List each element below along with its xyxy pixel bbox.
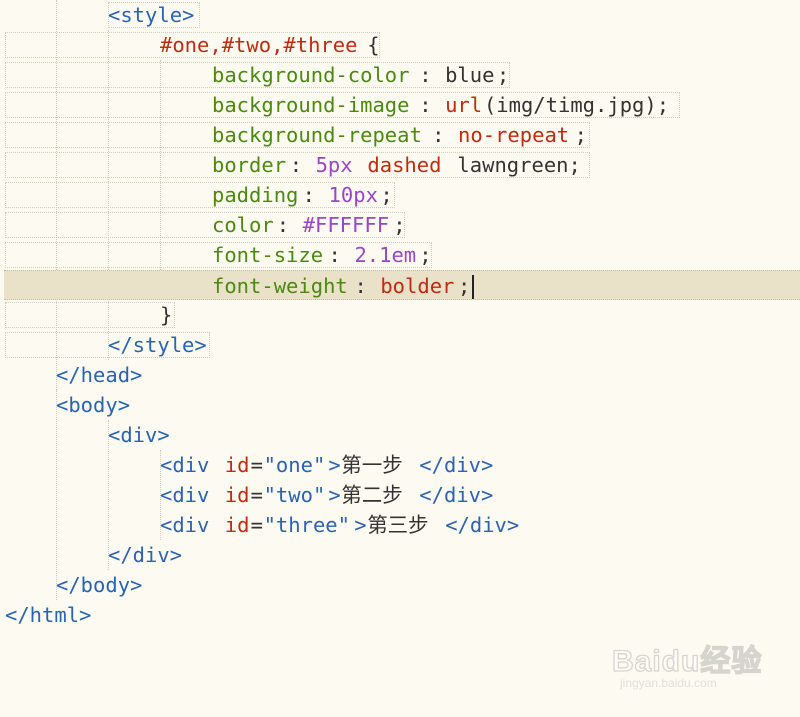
code-token: <div> (108, 423, 170, 447)
code-token: color (212, 213, 274, 237)
code-token: = (250, 513, 263, 537)
code-editor[interactable]: <style> #one,#two,#three { background-color… (0, 0, 800, 717)
code-token: id (224, 453, 250, 477)
code-token: : (276, 213, 302, 237)
code-line-14[interactable]: <body> (0, 390, 800, 420)
code-line-21[interactable]: </html> (0, 600, 800, 630)
code-token: blue (445, 63, 495, 87)
code-token: > (354, 513, 367, 537)
code-token: = (250, 453, 263, 477)
code-token: font-size (212, 243, 324, 267)
code-token: "two" (263, 483, 326, 507)
code-line-4[interactable]: background-image: url (img/timg.jpg); (0, 90, 800, 120)
code-token: ; (458, 274, 471, 298)
code-token: 第三步 (367, 513, 429, 537)
code-token: id (224, 513, 250, 537)
code-token: url (445, 93, 483, 117)
code-token: = (250, 483, 263, 507)
code-token: background-image (212, 93, 410, 117)
code-token: dashed (367, 153, 442, 177)
code-token: "three" (263, 513, 350, 537)
code-line-13[interactable]: </head> (0, 360, 800, 390)
code-token: padding (212, 183, 299, 207)
code-token: bolder (380, 274, 455, 298)
code-line-12[interactable]: </style> (0, 330, 800, 360)
code-token: background-color (212, 63, 410, 87)
code-token: #one,#two,#three (160, 33, 358, 57)
code-line-8[interactable]: color: #FFFFFF; (0, 210, 800, 240)
code-token: 10px (328, 183, 378, 207)
code-token: </head> (56, 363, 143, 387)
watermark-url: jingyan.baidu.com (620, 676, 717, 690)
code-token: <div (160, 453, 222, 477)
code-token: > (328, 453, 341, 477)
code-line-7[interactable]: padding: 10px; (0, 180, 800, 210)
watermark-brand: Baidu经验 (611, 644, 763, 678)
text-cursor (472, 275, 474, 299)
code-token: <body> (56, 393, 131, 417)
code-token: : (302, 183, 328, 207)
code-line-15[interactable]: <div> (0, 420, 800, 450)
code-token: </div> (108, 543, 183, 567)
code-line-16[interactable]: <div id = "one" > 第一步 </div> (0, 450, 800, 480)
code-line-1[interactable]: <style> (0, 0, 800, 30)
code-line-6[interactable]: border: 5px dashed lawngreen; (0, 150, 800, 180)
code-token: : (328, 243, 354, 267)
code-token: id (224, 483, 250, 507)
code-token: "one" (263, 453, 326, 477)
code-line-9[interactable]: font-size: 2.1em; (0, 240, 800, 270)
code-token: </style> (108, 333, 207, 357)
code-token: } (160, 303, 173, 327)
code-token: lawngreen; (445, 153, 581, 177)
code-token: : (419, 93, 444, 117)
code-token: border (212, 153, 287, 177)
code-line-3[interactable]: background-color: blue; (0, 60, 800, 90)
code-line-11[interactable]: } (0, 300, 800, 330)
code-line-18[interactable]: <div id = "three" > 第三步 </div> (0, 510, 800, 540)
code-token: </body> (56, 573, 143, 597)
code-token: : (289, 153, 315, 177)
code-token: > (328, 483, 341, 507)
code-token: font-weight (212, 274, 348, 298)
code-token: : (432, 123, 457, 147)
code-token: </div> (419, 453, 494, 477)
code-line-5[interactable]: background-repeat: no-repeat; (0, 120, 800, 150)
code-token: 第一步 (341, 453, 403, 477)
code-token: 2.1em (354, 243, 417, 267)
code-token: : (354, 274, 380, 298)
code-line-2[interactable]: #one,#two,#three { (0, 30, 800, 60)
code-token: ; (380, 183, 393, 207)
code-line-20[interactable]: </body> (0, 570, 800, 600)
code-token: (img/timg.jpg); (483, 93, 670, 117)
code-token: ; (393, 213, 406, 237)
code-token: 5px (315, 153, 353, 177)
code-token: </div> (445, 513, 520, 537)
code-token: : (419, 63, 444, 87)
code-token: </div> (419, 483, 494, 507)
code-token: background-repeat (212, 123, 422, 147)
code-token: no-repeat (458, 123, 570, 147)
code-token: ; (574, 123, 587, 147)
baidu-jingyan-watermark: Baidu经验 jingyan.baidu.com (611, 628, 782, 700)
code-token: #FFFFFF (302, 213, 390, 237)
code-line-19[interactable]: </div> (0, 540, 800, 570)
code-token: ; (496, 63, 510, 87)
code-line-10[interactable]: font-weight: bolder; (4, 270, 800, 300)
code-token: <style> (108, 3, 195, 27)
code-token: <div (160, 513, 222, 537)
code-line-17[interactable]: <div id = "two" > 第二步 </div> (0, 480, 800, 510)
code-token: { (367, 33, 380, 57)
code-token: ; (419, 243, 432, 267)
code-token: </html> (5, 603, 92, 627)
code-token: 第二步 (341, 483, 403, 507)
code-token: <div (160, 483, 222, 507)
